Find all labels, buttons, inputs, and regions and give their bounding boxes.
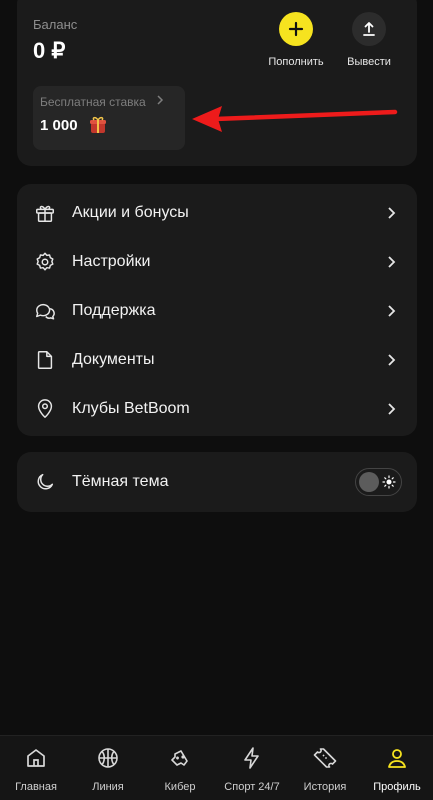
- menu-item-label: Клубы BetBoom: [72, 399, 190, 417]
- tab-label: Профиль: [373, 781, 421, 793]
- chevron-right-icon: [388, 304, 396, 317]
- tab-label: Главная: [15, 781, 57, 793]
- menu-item-support[interactable]: Поддержка: [17, 286, 417, 335]
- theme-card: Тёмная тема: [17, 452, 417, 512]
- bottom-nav: Главная Линия Кибер Спорт 24/7 История П…: [0, 735, 433, 800]
- menu-item-promotions[interactable]: Акции и бонусы: [17, 188, 417, 237]
- menu-item-label: Документы: [72, 350, 155, 368]
- sun-icon: [382, 475, 396, 489]
- user-icon: [388, 749, 406, 768]
- menu-card: Акции и бонусы Настройки Поддержка Докум…: [17, 184, 417, 436]
- ticket-icon: [313, 748, 337, 768]
- tab-cyber[interactable]: Кибер: [144, 736, 216, 800]
- chevron-right-icon: [388, 353, 396, 366]
- lightning-icon: [244, 747, 259, 769]
- tab-label: Кибер: [164, 781, 196, 793]
- dark-theme-toggle[interactable]: [355, 468, 402, 496]
- tab-label: Спорт 24/7: [224, 781, 280, 793]
- tab-sport-24-7[interactable]: Спорт 24/7: [216, 736, 288, 800]
- home-icon: [27, 749, 45, 767]
- chevron-right-icon: [388, 402, 396, 415]
- map-pin-icon: [37, 398, 53, 418]
- tab-label: История: [303, 781, 347, 793]
- annotation-arrow: [192, 106, 398, 132]
- chevron-right-icon: [388, 255, 396, 268]
- gift-icon: [36, 205, 54, 222]
- chevron-right-icon: [388, 206, 396, 219]
- menu-item-documents[interactable]: Документы: [17, 335, 417, 384]
- tab-profile[interactable]: Профиль: [361, 736, 433, 800]
- tab-home[interactable]: Главная: [0, 736, 72, 800]
- document-icon: [37, 350, 53, 369]
- tab-history[interactable]: История: [289, 736, 361, 800]
- gear-icon: [36, 252, 54, 271]
- gamepad-icon: [171, 750, 188, 766]
- tab-label: Линия: [92, 781, 124, 793]
- menu-item-label: Поддержка: [72, 301, 156, 319]
- menu-item-clubs[interactable]: Клубы BetBoom: [17, 384, 417, 433]
- menu-item-settings[interactable]: Настройки: [17, 237, 417, 286]
- tab-line[interactable]: Линия: [72, 736, 144, 800]
- menu-item-label: Настройки: [72, 252, 151, 270]
- moon-icon: [37, 473, 54, 489]
- toggle-knob: [359, 472, 379, 492]
- ball-icon: [98, 748, 118, 768]
- chat-icon: [36, 303, 55, 320]
- menu-item-label: Акции и бонусы: [72, 203, 189, 221]
